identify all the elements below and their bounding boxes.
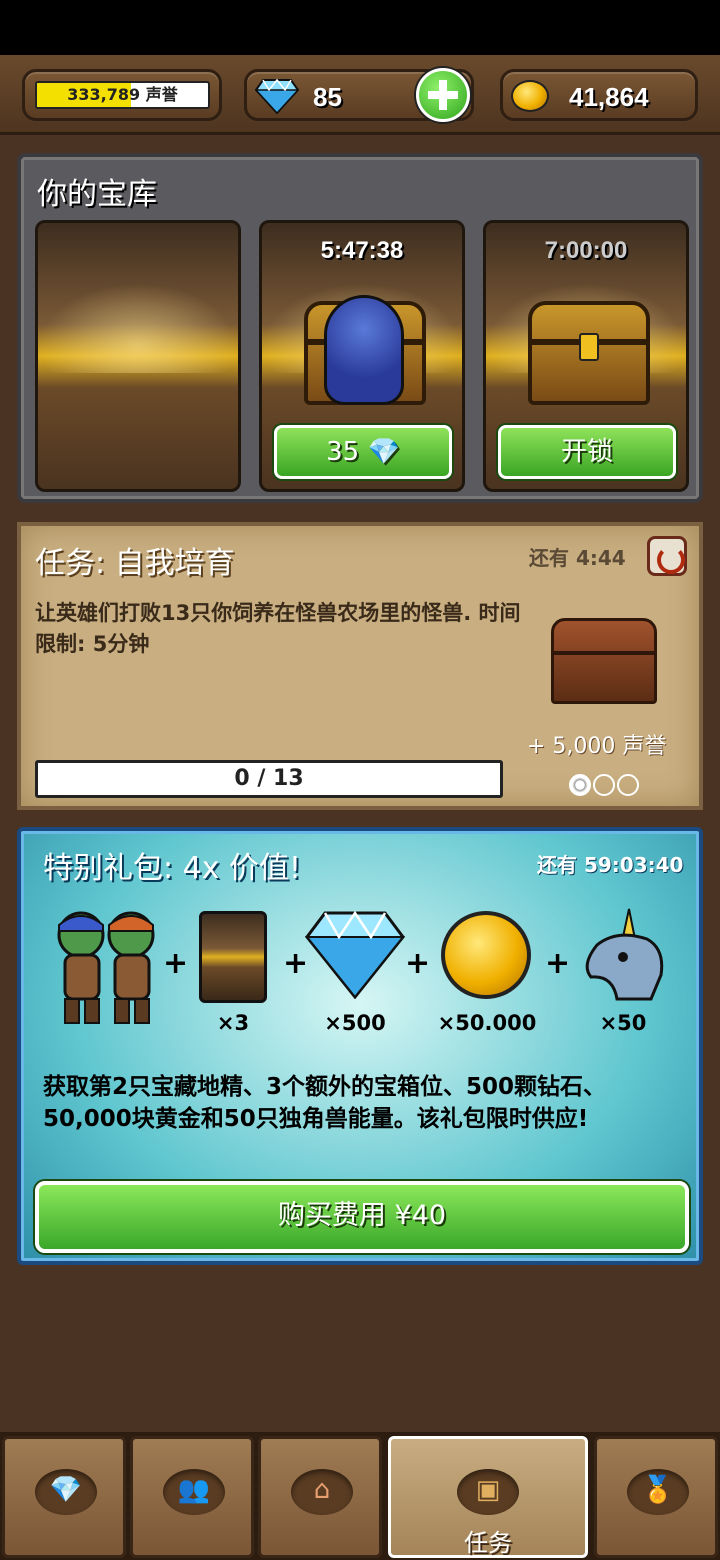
vault-slot-icon: [199, 911, 267, 1003]
people-icon: 👥: [163, 1469, 225, 1515]
offer-time-left: 还有 59:03:40: [537, 853, 684, 877]
gold-pile: [38, 283, 238, 373]
medal-icon: 🏅: [627, 1469, 689, 1515]
lock-icon: [579, 333, 599, 361]
nav-achievements[interactable]: 🏅: [594, 1436, 718, 1558]
buy-offer-button[interactable]: 购买费用 ¥40: [35, 1181, 689, 1253]
reward-chest-icon: [551, 618, 657, 704]
stage-dot: [569, 774, 591, 796]
quest-description: 让英雄们打败13只你饲养在怪兽农场里的怪兽. 时间限制: 5分钟: [35, 601, 521, 656]
unicorn-icon: [585, 908, 664, 1001]
quest-time-left: 还有 4:44: [529, 546, 626, 570]
refresh-quest-button[interactable]: [647, 536, 687, 576]
gold-coin-icon: [511, 80, 549, 112]
diamond-icon: 💎: [35, 1469, 97, 1515]
add-gems-button[interactable]: [416, 68, 470, 122]
unlock-button[interactable]: 开锁: [498, 425, 676, 479]
stage-dot: [617, 774, 639, 796]
reputation-bar: 333,789 声誉: [35, 81, 210, 109]
item-qty: ×3: [216, 1011, 250, 1035]
treasure-chest-icon: [528, 301, 650, 405]
diamond-icon: [305, 910, 405, 999]
plus-sign: +: [163, 946, 189, 981]
quest-title: 任务: 自我培育: [35, 546, 235, 581]
nav-town[interactable]: ⌂: [258, 1436, 382, 1558]
gems-count: 85: [313, 82, 342, 112]
diamond-icon: [255, 78, 299, 114]
vault-title: 你的宝库: [37, 177, 157, 212]
quest-panel: 任务: 自我培育 还有 4:44 让英雄们打败13只你饲养在怪兽农场里的怪兽. …: [17, 522, 703, 810]
goblins-icon: [57, 911, 155, 1024]
nav-heroes[interactable]: 👥: [130, 1436, 254, 1558]
slot-timer: 5:47:38: [320, 237, 404, 264]
vault-slot-empty[interactable]: [35, 220, 241, 492]
vault-slot-goblin[interactable]: 5:47:38 35 💎: [259, 220, 465, 492]
top-bar: 333,789 声誉 85 41,864: [0, 55, 720, 135]
item-qty: ×500: [324, 1011, 386, 1035]
nav-quests[interactable]: ▣ 任务: [388, 1436, 588, 1558]
status-bar: [0, 0, 720, 55]
bottom-nav: 💎 👥 ⌂ ▣ 任务 🏅: [0, 1432, 720, 1560]
quest-progress: 0 / 13: [35, 760, 503, 798]
offer-description: 获取第2只宝藏地精、3个额外的宝箱位、500颗钻石、50,000块黄金和50只独…: [43, 1074, 607, 1132]
item-qty: ×50.000: [437, 1011, 537, 1035]
speedup-button[interactable]: 35 💎: [274, 425, 452, 479]
quest-reward: + 5,000 声誉: [527, 734, 667, 759]
vault-slot-locked[interactable]: 7:00:00 开锁: [483, 220, 689, 492]
plus-sign: +: [545, 946, 571, 981]
goblin-icon: [324, 295, 404, 405]
quest-stage-dots: [569, 774, 639, 796]
reputation-text: 333,789 声誉: [67, 85, 178, 104]
slot-timer: 7:00:00: [544, 237, 628, 264]
buildings-icon: ⌂: [291, 1469, 353, 1515]
gold-coin-icon: [441, 911, 531, 999]
nav-quests-label: 任务: [464, 1529, 512, 1557]
gold-count: 41,864: [569, 82, 649, 112]
stage-dot: [593, 774, 615, 796]
item-qty: ×50: [599, 1011, 647, 1035]
nav-shop[interactable]: 💎: [2, 1436, 126, 1558]
treasure-chest-icon: ▣: [457, 1469, 519, 1515]
vault-panel: 你的宝库 5:47:38 35 💎 7:00:00 开锁: [17, 153, 703, 503]
special-offer-panel: 特别礼包: 4x 价值! 还有 59:03:40 + ×3 + ×500 + ×…: [17, 827, 703, 1265]
reputation-panel[interactable]: 333,789 声誉: [22, 69, 222, 121]
gold-panel[interactable]: 41,864: [500, 69, 698, 121]
offer-title: 特别礼包: 4x 价值!: [43, 851, 302, 886]
plus-sign: +: [405, 946, 431, 981]
